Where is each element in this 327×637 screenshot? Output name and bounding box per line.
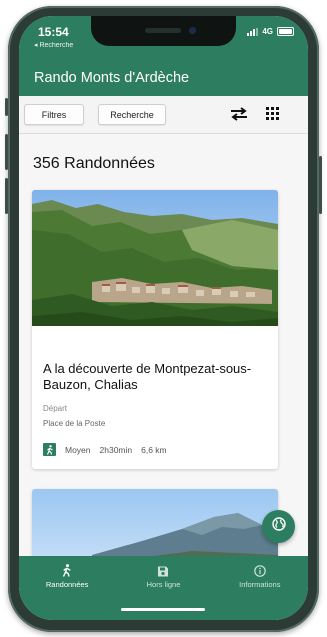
hiker-icon	[43, 443, 56, 456]
search-button[interactable]: Recherche	[98, 104, 166, 125]
camera	[189, 27, 196, 34]
nav-label-randonnees: Randonnées	[45, 580, 89, 589]
notch	[91, 16, 236, 46]
depart-place: Place de la Poste	[43, 419, 106, 428]
nav-item-informations[interactable]: Informations	[212, 556, 308, 620]
hike-list: 356 Randonnées A la découverte de Montpe…	[19, 134, 308, 562]
hike-photo	[32, 190, 278, 326]
speaker	[145, 28, 181, 33]
duration-label: 2h30min	[99, 444, 133, 455]
distance-label: 6,6 km	[141, 444, 167, 455]
map-fab-button[interactable]	[262, 510, 295, 543]
hike-card[interactable]	[32, 489, 278, 562]
status-indicators: 4G	[247, 27, 294, 36]
globe-icon	[271, 517, 286, 536]
hike-meta: Moyen 2h30min 6,6 km	[43, 443, 176, 456]
hike-photo	[32, 489, 278, 562]
hike-card[interactable]: A la découverte de Montpezat-sous-Bauzon…	[32, 190, 278, 469]
filters-button[interactable]: Filtres	[24, 104, 84, 125]
status-time: 15:54	[38, 25, 69, 39]
nav-label-informations: Informations	[239, 580, 281, 589]
difficulty-label: Moyen	[65, 444, 91, 455]
signal-icon	[247, 27, 259, 36]
network-label: 4G	[262, 27, 273, 36]
nav-label-hors-ligne: Hors ligne	[146, 580, 181, 589]
battery-icon	[277, 27, 294, 36]
grid-view-icon[interactable]	[266, 107, 279, 125]
home-indicator[interactable]	[121, 608, 205, 611]
depart-label: Départ	[43, 404, 68, 413]
results-count: 356 Randonnées	[33, 155, 155, 172]
swap-arrows-icon[interactable]	[230, 107, 248, 126]
nav-item-randonnees[interactable]: Randonnées	[19, 556, 115, 620]
phone-screen: 15:54 ◂ Recherche 4G Rando Monts d'Ardèc…	[19, 16, 308, 620]
toolbar: Filtres Recherche	[19, 96, 308, 134]
app-title: Rando Monts d'Ardèche	[34, 70, 190, 86]
back-to-search-link[interactable]: ◂ Recherche	[34, 41, 73, 49]
hike-title[interactable]: A la découverte de Montpezat-sous-Bauzon…	[43, 361, 271, 393]
